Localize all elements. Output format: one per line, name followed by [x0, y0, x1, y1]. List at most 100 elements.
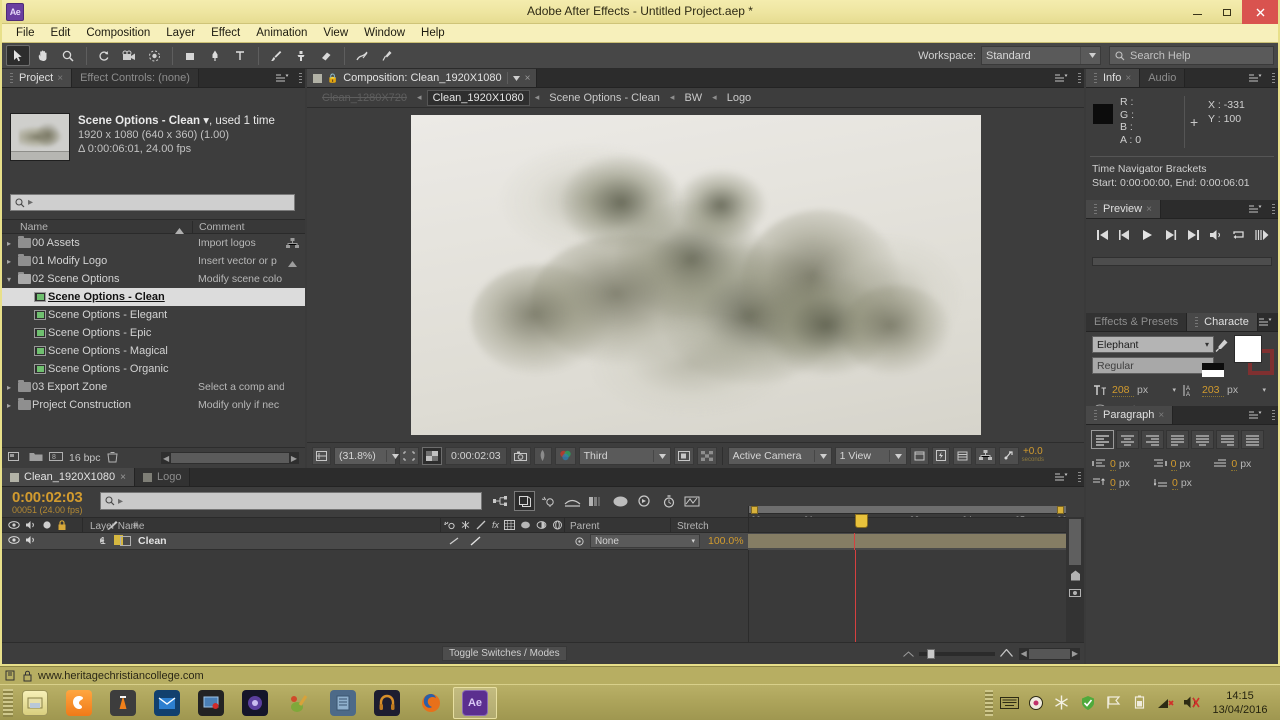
clone-stamp-tool-icon[interactable]: [289, 45, 313, 66]
comp-snapshot-icon[interactable]: [1069, 587, 1081, 599]
scroll-left-icon[interactable]: ◀: [163, 454, 169, 463]
tab-character[interactable]: Characte: [1187, 313, 1258, 331]
zoom-out-icon[interactable]: [902, 649, 914, 659]
align-left-icon[interactable]: [1091, 430, 1114, 449]
new-solid-icon[interactable]: 8: [49, 451, 63, 465]
layer-name[interactable]: Clean: [138, 535, 167, 547]
tab-audio[interactable]: Audio: [1140, 69, 1186, 87]
workspace-select[interactable]: Standard: [981, 46, 1101, 65]
scroll-thumb[interactable]: [1069, 519, 1081, 565]
timeline-zoom-slider[interactable]: [902, 648, 1013, 659]
shape-tool-icon[interactable]: [178, 45, 202, 66]
scroll-right-icon[interactable]: ▶: [291, 454, 297, 463]
comp-marker-icon[interactable]: [1069, 569, 1081, 581]
close-icon[interactable]: ×: [120, 472, 126, 483]
close-icon[interactable]: ×: [1158, 410, 1164, 421]
quality-switch-icon[interactable]: [448, 536, 460, 549]
list-item[interactable]: Scene Options - Organic: [2, 360, 305, 378]
tab-effects-and-presets[interactable]: Effects & Presets: [1086, 313, 1188, 331]
bit-depth-label[interactable]: 16 bpc: [69, 452, 101, 464]
breadcrumb-item-0[interactable]: Clean_1280X720: [317, 91, 412, 105]
stretch-value[interactable]: 100.0%: [708, 535, 744, 547]
first-frame-icon[interactable]: [1093, 227, 1111, 243]
motion-blur-icon[interactable]: [586, 491, 607, 511]
lock-toggle[interactable]: [57, 535, 67, 547]
search-help-input[interactable]: Search Help: [1109, 46, 1274, 65]
delete-icon[interactable]: [106, 451, 118, 466]
fill-color-swatch[interactable]: [1234, 335, 1262, 363]
comp-flowchart-icon[interactable]: [974, 446, 996, 465]
list-item[interactable]: ▸ 00 Assets Import logos: [2, 234, 305, 252]
indent-right-field[interactable]: 0 px: [1152, 457, 1213, 471]
eye-icon[interactable]: [8, 535, 20, 547]
region-of-interest-icon[interactable]: [399, 446, 419, 465]
list-item[interactable]: ▸ 03 Export Zone Select a comp and: [2, 378, 305, 396]
taskbar-clock[interactable]: 14:15 13/04/2016: [1208, 689, 1272, 717]
eyedropper-icon[interactable]: [1214, 338, 1229, 358]
pixel-aspect-correction-icon[interactable]: [909, 446, 929, 465]
eraser-tool-icon[interactable]: [314, 45, 338, 66]
puppet-pin-tool-icon[interactable]: [375, 45, 399, 66]
list-item[interactable]: Scene Options - Magical: [2, 342, 305, 360]
align-center-icon[interactable]: [1116, 430, 1139, 449]
tab-preview[interactable]: Preview ×: [1086, 200, 1161, 218]
ram-preview-icon[interactable]: [1253, 227, 1271, 243]
project-horizontal-scrollbar[interactable]: ◀ ▶: [161, 452, 299, 464]
time-navigator-bracket-start[interactable]: [751, 506, 758, 514]
column-name[interactable]: Name: [2, 221, 192, 234]
flowchart-icon[interactable]: [286, 238, 299, 252]
taskbar-item-firefox[interactable]: [409, 687, 453, 719]
menu-view[interactable]: View: [315, 26, 356, 40]
tab-composition[interactable]: 🔒 Composition: Clean_1920X1080 ×: [307, 69, 538, 87]
audio-icon[interactable]: [1207, 227, 1225, 243]
brainstorm-icon[interactable]: [682, 491, 703, 511]
chevron-down-icon[interactable]: [506, 72, 520, 84]
panel-menu-icon[interactable]: [1248, 203, 1262, 216]
taskbar-gripper[interactable]: [3, 688, 13, 717]
close-icon[interactable]: ×: [1125, 73, 1131, 84]
snapshot-icon[interactable]: [509, 446, 531, 465]
menu-help[interactable]: Help: [413, 26, 453, 40]
taskbar-item-paint-tool[interactable]: [277, 687, 321, 719]
black-white-swatch[interactable]: [1202, 363, 1224, 377]
toggle-switches-modes-button[interactable]: Toggle Switches / Modes: [442, 646, 567, 661]
auto-keyframe-icon[interactable]: [634, 491, 655, 511]
indent-left-field[interactable]: 0 px: [1091, 457, 1152, 471]
minimize-button[interactable]: [1182, 0, 1212, 24]
scroll-thumb[interactable]: [1028, 648, 1070, 659]
menu-animation[interactable]: Animation: [248, 26, 315, 40]
pan-behind-tool-icon[interactable]: [142, 45, 166, 66]
camera-tool-icon[interactable]: [117, 45, 141, 66]
zoom-track[interactable]: [918, 648, 995, 659]
show-snapshot-icon[interactable]: [533, 446, 552, 465]
column-parent[interactable]: Parent: [570, 521, 599, 532]
taskbar-item-screen-recorder[interactable]: [189, 687, 233, 719]
transparency-grid-icon[interactable]: [422, 446, 442, 465]
timeline-search-input[interactable]: ▸: [100, 492, 482, 510]
time-navigator-bar[interactable]: [749, 506, 1066, 514]
shield-icon[interactable]: [1078, 693, 1097, 712]
menu-composition[interactable]: Composition: [78, 26, 158, 40]
next-frame-icon[interactable]: [1162, 227, 1180, 243]
snowflake-icon[interactable]: [1052, 693, 1071, 712]
breadcrumb-item-4[interactable]: Logo: [722, 91, 756, 105]
font-size-field[interactable]: 208 px ▾: [1092, 382, 1180, 398]
justify-last-right-icon[interactable]: [1216, 430, 1239, 449]
tab-info[interactable]: Info ×: [1086, 69, 1141, 87]
parent-pickwhip-icon[interactable]: [574, 536, 585, 549]
twirl-icon[interactable]: ▸: [2, 401, 16, 410]
fast-previews-icon[interactable]: [931, 446, 950, 465]
exposure-reset-icon[interactable]: [998, 446, 1019, 465]
breadcrumb-item-3[interactable]: BW: [679, 91, 707, 105]
tab-timeline-clean[interactable]: Clean_1920X1080 ×: [2, 468, 135, 486]
justify-last-center-icon[interactable]: [1191, 430, 1214, 449]
tab-paragraph[interactable]: Paragraph ×: [1086, 406, 1174, 424]
record-icon[interactable]: [1026, 693, 1045, 712]
panel-menu-icon[interactable]: [1054, 471, 1068, 484]
list-item[interactable]: ▾ 02 Scene Options Modify scene colo: [2, 270, 305, 288]
hide-shy-layers-icon[interactable]: [538, 491, 559, 511]
column-comment[interactable]: Comment: [192, 220, 305, 233]
exposure-value[interactable]: +0.0: [1023, 446, 1043, 456]
justify-last-left-icon[interactable]: [1166, 430, 1189, 449]
project-search-input[interactable]: ▸: [10, 194, 295, 211]
